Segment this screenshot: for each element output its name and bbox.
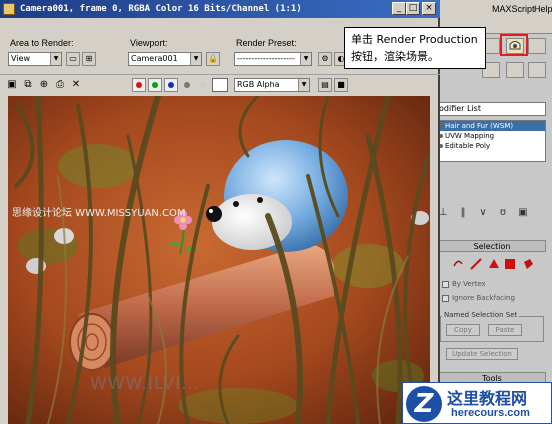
viewport-dropdown[interactable]: Camera001 ▼ <box>128 52 202 66</box>
instruction-callout: 单击 Render Production 按钮，渲染场景。 <box>344 27 486 69</box>
area-to-render-label: Area to Render: <box>10 38 74 48</box>
named-selection-label: Named Selection Set <box>442 311 520 319</box>
display-channel-dropdown[interactable]: RGB Alpha ▼ <box>234 78 310 92</box>
remove-modifier-icon[interactable]: ʊ <box>496 206 510 220</box>
callout-line-1: 单击 Render Production <box>351 33 478 46</box>
by-vertex-checkbox[interactable]: By Vertex <box>442 280 486 288</box>
color-swatch[interactable] <box>212 78 228 92</box>
clone-icon[interactable]: ⊕ <box>38 79 50 91</box>
minimize-button[interactable]: _ <box>392 2 406 15</box>
toggle-ui-overlay-button[interactable]: ▤ <box>318 78 332 92</box>
stack-item-poly[interactable]: Editable Poly <box>437 141 545 151</box>
mono-button[interactable] <box>196 78 210 92</box>
auto-region-button[interactable]: ⊞ <box>82 52 96 66</box>
stack-item-uvw[interactable]: UVW Mapping <box>437 131 545 141</box>
maximize-button[interactable]: □ <box>406 2 420 15</box>
hand-icon[interactable] <box>528 38 546 54</box>
clear-icon[interactable]: ✕ <box>70 79 82 91</box>
watermark-bottom: WWW.ILVI... <box>90 374 201 394</box>
copy-image-icon[interactable]: ⧉ <box>22 79 34 91</box>
alpha-channel-button[interactable] <box>180 78 194 92</box>
menu-help[interactable]: Help <box>534 4 552 14</box>
show-end-icon[interactable]: ‖ <box>456 206 470 220</box>
selection-rollout-title[interactable]: Selection <box>438 240 546 252</box>
edit-region-button[interactable]: ▭ <box>66 52 80 66</box>
print-icon[interactable]: ⎙ <box>54 79 66 91</box>
stack-tools: ⊥ ‖ ∨ ʊ ▣ <box>436 206 546 220</box>
lock-viewport-button[interactable]: 🔒 <box>206 52 220 66</box>
border-icon[interactable] <box>488 258 500 270</box>
highlight-box <box>500 34 528 56</box>
logo-english: herecours.com <box>451 407 530 419</box>
window-title: Camera001, frame 0, RGBA Color 16 Bits/C… <box>20 4 302 14</box>
close-button[interactable]: × <box>422 2 436 15</box>
render-preset-dropdown[interactable]: -------------------- ▼ <box>234 52 312 66</box>
polygon-icon[interactable] <box>504 258 516 270</box>
update-selection-button[interactable]: Update Selection <box>446 348 518 360</box>
rendered-image <box>8 96 430 424</box>
paste-button[interactable]: Paste <box>488 324 522 336</box>
area-to-render-dropdown[interactable]: View ▼ <box>8 52 62 66</box>
modifier-stack: Hair and Fur (WSM) UVW Mapping Editable … <box>436 120 546 162</box>
callout-line-2: 按钮，渲染场景。 <box>351 50 439 63</box>
logo-chinese: 这里教程网 <box>447 389 528 408</box>
save-icon[interactable]: ▣ <box>6 79 18 91</box>
edge-icon[interactable] <box>470 258 482 270</box>
utilities-icon[interactable] <box>528 62 546 78</box>
configure-icon[interactable]: ▣ <box>516 206 530 220</box>
monitor-icon[interactable] <box>506 62 524 78</box>
menu-maxscript[interactable]: MAXScript <box>492 4 535 14</box>
logo-mark: Z <box>406 386 442 422</box>
render-preset-label: Render Preset: <box>236 38 297 48</box>
green-channel-button[interactable] <box>148 78 162 92</box>
teapot-icon <box>3 3 15 15</box>
copy-button[interactable]: Copy <box>446 324 480 336</box>
blue-channel-button[interactable] <box>164 78 178 92</box>
toggle-ui-button[interactable]: ■ <box>334 78 348 92</box>
chevron-down-icon: ▼ <box>298 79 309 91</box>
stack-item-hair[interactable]: Hair and Fur (WSM) <box>437 121 545 131</box>
watermark-left: 思缘设计论坛 WWW.MISSYUAN.COM <box>12 208 186 219</box>
modifier-list-dropdown[interactable]: odifier List <box>436 102 546 116</box>
ignore-backfacing-checkbox[interactable]: Ignore Backfacing <box>442 294 515 302</box>
title-bar[interactable]: Camera001, frame 0, RGBA Color 16 Bits/C… <box>0 0 440 18</box>
chevron-down-icon: ▼ <box>300 53 311 65</box>
frame-toolbar: ▣ ⧉ ⊕ ⎙ ✕ RGB Alpha ▼ ▤ ■ <box>0 74 440 94</box>
vertex-icon[interactable] <box>452 258 464 270</box>
viewport-label: Viewport: <box>130 38 168 48</box>
render-setup-icon[interactable]: ⚙ <box>318 52 332 66</box>
chevron-down-icon: ▼ <box>50 53 61 65</box>
site-logo: Z 这里教程网 herecours.com <box>402 382 552 424</box>
element-icon[interactable] <box>522 258 534 270</box>
chevron-down-icon: ▼ <box>190 53 201 65</box>
red-channel-button[interactable] <box>132 78 146 92</box>
unique-icon[interactable]: ∨ <box>476 206 490 220</box>
